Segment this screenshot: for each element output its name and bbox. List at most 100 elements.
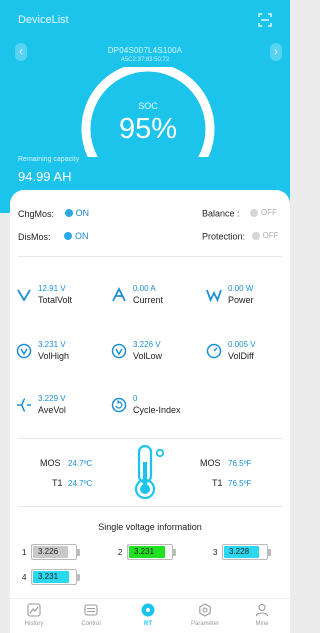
tab-control[interactable]: Control — [71, 603, 111, 627]
current-label: Current — [133, 295, 164, 305]
tab-rt-label: RT — [144, 621, 152, 627]
metric-cycle-index: 0 Cycle-Index — [111, 393, 191, 423]
vol-low-label: VolLow — [133, 351, 163, 361]
cell-index: 3 — [213, 548, 218, 557]
current-icon — [112, 287, 126, 302]
vol-high-label: VolHigh — [38, 351, 70, 361]
dis-mos-row: DisMos: ON — [18, 231, 89, 242]
metric-current: 0.00 A Current — [111, 283, 191, 313]
vol-low-value: 3.226 V — [133, 340, 161, 349]
toggle-on-icon — [64, 232, 73, 240]
cell-voltage: 3.231 — [134, 547, 155, 556]
t1-temp-f-label: T1 — [212, 478, 223, 488]
control-icon — [84, 604, 98, 616]
chg-mos-row: ChgMos: ON — [18, 208, 89, 219]
cell-battery-3: 3.228 — [222, 544, 271, 560]
voltage-icon — [17, 289, 31, 302]
protection-row: Protection: OFF — [202, 231, 279, 242]
toggle-off-icon — [250, 208, 259, 217]
realtime-card: ChgMos: ON Balance : OFF DisMos: ON Prot… — [10, 190, 290, 598]
scan-icon[interactable] — [258, 13, 272, 27]
divider — [18, 256, 282, 257]
chart-icon — [27, 603, 41, 617]
cell-battery-2: 3.231 — [127, 544, 176, 560]
balance-toggle[interactable]: OFF — [250, 208, 277, 217]
chg-mos-toggle[interactable]: ON — [64, 208, 90, 218]
voltage-diff-icon — [206, 343, 222, 359]
tab-rt[interactable]: RT — [128, 603, 168, 627]
parameter-icon — [199, 603, 211, 617]
cell-index: 2 — [118, 548, 123, 557]
chg-mos-state: ON — [75, 208, 90, 218]
cycle-icon — [111, 397, 127, 413]
divider — [18, 438, 282, 439]
tab-mine-label: Mine — [255, 621, 269, 627]
dis-mos-state: ON — [75, 231, 89, 241]
voltage-low-icon — [111, 343, 127, 359]
tab-history[interactable]: History — [14, 603, 54, 627]
realtime-icon — [141, 603, 155, 617]
soc-label: SOC — [138, 101, 158, 111]
mos-temp-f-label: MOS — [200, 458, 221, 468]
remaining-capacity-value: 94.99 AH — [18, 169, 72, 184]
divider — [18, 506, 282, 507]
mos-temp-f-value: 76.5ºF — [228, 459, 252, 468]
cell-battery-4: 3.231 — [31, 569, 80, 585]
chg-mos-label: ChgMos: — [18, 209, 55, 219]
power-icon — [206, 289, 222, 303]
header: DeviceList ‹ › DP04S007L4S100A A5C2:37:8… — [0, 0, 290, 213]
cell-index: 1 — [22, 548, 27, 557]
tab-history-label: History — [24, 621, 44, 627]
ave-vol-label: AveVol — [38, 405, 66, 415]
tab-control-label: Control — [81, 621, 101, 627]
mos-temp-c-value: 24.7ºC — [68, 459, 93, 468]
bottom-tab-bar: History Control RT Parameter Mine — [10, 598, 290, 633]
protection-toggle[interactable]: OFF — [251, 231, 279, 240]
t1-temp-f-value: 76.5ºF — [228, 479, 252, 488]
metric-vol-low: 3.226 V VolLow — [111, 339, 191, 369]
vol-diff-value: 0.005 V — [228, 340, 256, 349]
vol-diff-label: VolDiff — [228, 351, 254, 361]
metric-ave-vol: 3.229 V AveVol — [16, 393, 96, 423]
metric-power: 0.00 W Power — [206, 283, 286, 313]
device-name: DP04S007L4S100A — [107, 46, 183, 55]
toggle-on-icon — [64, 209, 73, 217]
power-label: Power — [228, 295, 254, 305]
remaining-capacity-label: Remaining capacity — [18, 156, 80, 163]
ave-vol-value: 3.229 V — [38, 394, 66, 403]
total-volt-label: TotalVolt — [38, 295, 73, 305]
cycle-index-value: 0 — [133, 394, 138, 403]
protection-state: OFF — [262, 231, 279, 240]
cell-voltage: 3.228 — [229, 547, 250, 556]
balance-row: Balance : OFF — [202, 208, 277, 219]
vol-high-value: 3.231 V — [38, 340, 66, 349]
toggle-off-icon — [251, 231, 260, 240]
tab-parameter-label: Parameter — [190, 621, 219, 627]
tab-mine[interactable]: Mine — [242, 603, 282, 627]
t1-temp-c-value: 24.7ºC — [68, 479, 93, 488]
total-volt-value: 12.91 V — [38, 284, 66, 293]
dis-mos-toggle[interactable]: ON — [64, 231, 89, 241]
cell-battery-1: 3.226 — [31, 544, 80, 560]
cycle-index-label: Cycle-Index — [133, 405, 181, 415]
power-value: 0.00 W — [228, 284, 254, 293]
balance-state: OFF — [261, 208, 278, 217]
dis-mos-label: DisMos: — [18, 232, 51, 242]
metric-vol-diff: 0.005 V VolDiff — [206, 339, 286, 369]
user-icon — [255, 603, 269, 617]
metric-vol-high: 3.231 V VolHigh — [16, 339, 96, 369]
balance-label: Balance : — [202, 208, 240, 219]
device-mac: A5C2:37:83:50:72 — [120, 57, 170, 63]
tab-parameter[interactable]: Parameter — [185, 603, 225, 627]
cell-voltage: 3.226 — [38, 547, 59, 556]
soc-value: 95% — [118, 113, 178, 145]
cell-voltage: 3.231 — [38, 572, 59, 581]
cell-index: 4 — [22, 573, 27, 582]
single-voltage-title: Single voltage information — [98, 522, 202, 532]
metric-total-volt: 12.91 V TotalVolt — [16, 283, 96, 313]
thermometer-icon — [134, 444, 165, 500]
t1-temp-c-label: T1 — [52, 478, 63, 488]
device-list-title[interactable]: DeviceList — [18, 14, 69, 26]
voltage-high-icon — [16, 343, 32, 359]
mos-temp-c-label: MOS — [40, 458, 61, 468]
